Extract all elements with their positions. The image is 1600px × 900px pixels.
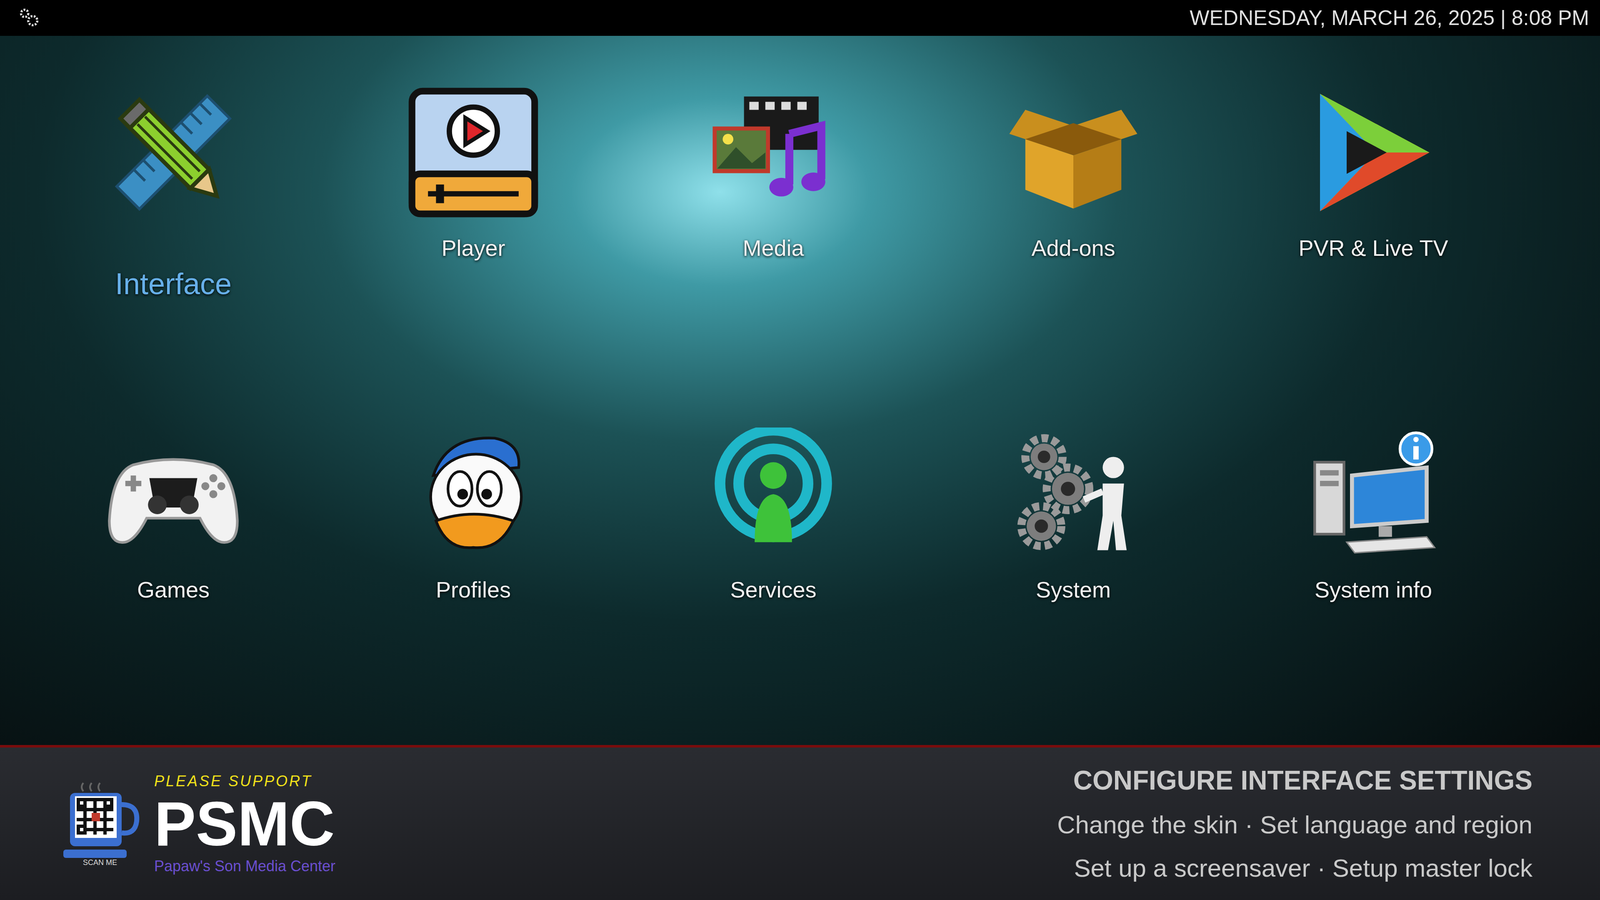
menu-item[interactable]: System info bbox=[1223, 427, 1524, 605]
setting-description: CONFIGURE INTERFACE SETTINGS Change the s… bbox=[1057, 760, 1533, 888]
info-panel: SCAN ME PLEASE SUPPORTPSMCPapaw's Son Med… bbox=[0, 745, 1600, 900]
menu-item[interactable]: System bbox=[923, 427, 1224, 605]
menu-item[interactable]: Player bbox=[323, 85, 624, 303]
computer-info-icon bbox=[1306, 427, 1440, 561]
broadcast-icon bbox=[706, 427, 840, 561]
menu-item[interactable]: Add-ons bbox=[923, 85, 1224, 303]
settings-grid: Interface Player Media Add-ons PVR & Live TV… bbox=[0, 35, 1600, 605]
menu-item[interactable]: Services bbox=[623, 427, 924, 605]
logo-tagline: PLEASE SUPPORT bbox=[154, 770, 336, 793]
description-line: Change the skin · Set language and regio… bbox=[1057, 806, 1533, 844]
kodi-settings-screen: WEDNESDAY, MARCH 26, 2025 | 8:08 PMInter… bbox=[0, 0, 1600, 900]
top-bar: WEDNESDAY, MARCH 26, 2025 | 8:08 PM bbox=[0, 0, 1600, 36]
menu-item[interactable]: Profiles bbox=[323, 427, 624, 605]
pencil-ruler-icon bbox=[106, 85, 240, 220]
background-wallpaper: Interface Player Media Add-ons PVR & Live TV… bbox=[0, 35, 1600, 745]
video-player-icon bbox=[406, 85, 540, 220]
menu-item[interactable]: Games bbox=[23, 427, 324, 605]
menu-item[interactable]: Media bbox=[623, 85, 924, 303]
menu-item[interactable]: Interface bbox=[23, 85, 324, 303]
menu-item-label: Media bbox=[742, 234, 804, 263]
description-line: Set up a screensaver · Setup master lock bbox=[1073, 849, 1533, 888]
menu-item-label: Player bbox=[441, 234, 505, 263]
media-icon bbox=[706, 85, 840, 220]
duck-icon bbox=[406, 427, 540, 561]
logo-name: PSMC bbox=[154, 792, 336, 855]
box-icon bbox=[1006, 85, 1140, 220]
menu-item-label: Games bbox=[137, 575, 210, 605]
logo-subtitle: Papaw's Son Media Center bbox=[154, 855, 336, 878]
menu-item-label: System info bbox=[1314, 575, 1433, 605]
gears-icon bbox=[1006, 427, 1140, 561]
menu-item-label: Services bbox=[730, 575, 817, 605]
menu-item-label: PVR & Live TV bbox=[1298, 234, 1448, 263]
psmc-logo[interactable]: SCAN ME PLEASE SUPPORTPSMCPapaw's Son Med… bbox=[58, 770, 336, 878]
menu-item-label: Interface bbox=[115, 265, 232, 303]
date-time: WEDNESDAY, MARCH 26, 2025 | 8:08 PM bbox=[1189, 2, 1590, 34]
qr-cup-icon[interactable] bbox=[58, 779, 142, 863]
menu-item-label: Profiles bbox=[435, 575, 511, 605]
live-tv-icon bbox=[1306, 85, 1440, 220]
settings-icon[interactable] bbox=[18, 7, 40, 29]
menu-item-label: Add-ons bbox=[1031, 234, 1115, 263]
description-title: CONFIGURE INTERFACE SETTINGS bbox=[1073, 760, 1533, 801]
menu-item-label: System bbox=[1035, 575, 1111, 605]
gamepad-icon bbox=[106, 427, 240, 561]
qr-caption: SCAN ME bbox=[82, 857, 118, 869]
menu-item[interactable]: PVR & Live TV bbox=[1223, 85, 1524, 303]
